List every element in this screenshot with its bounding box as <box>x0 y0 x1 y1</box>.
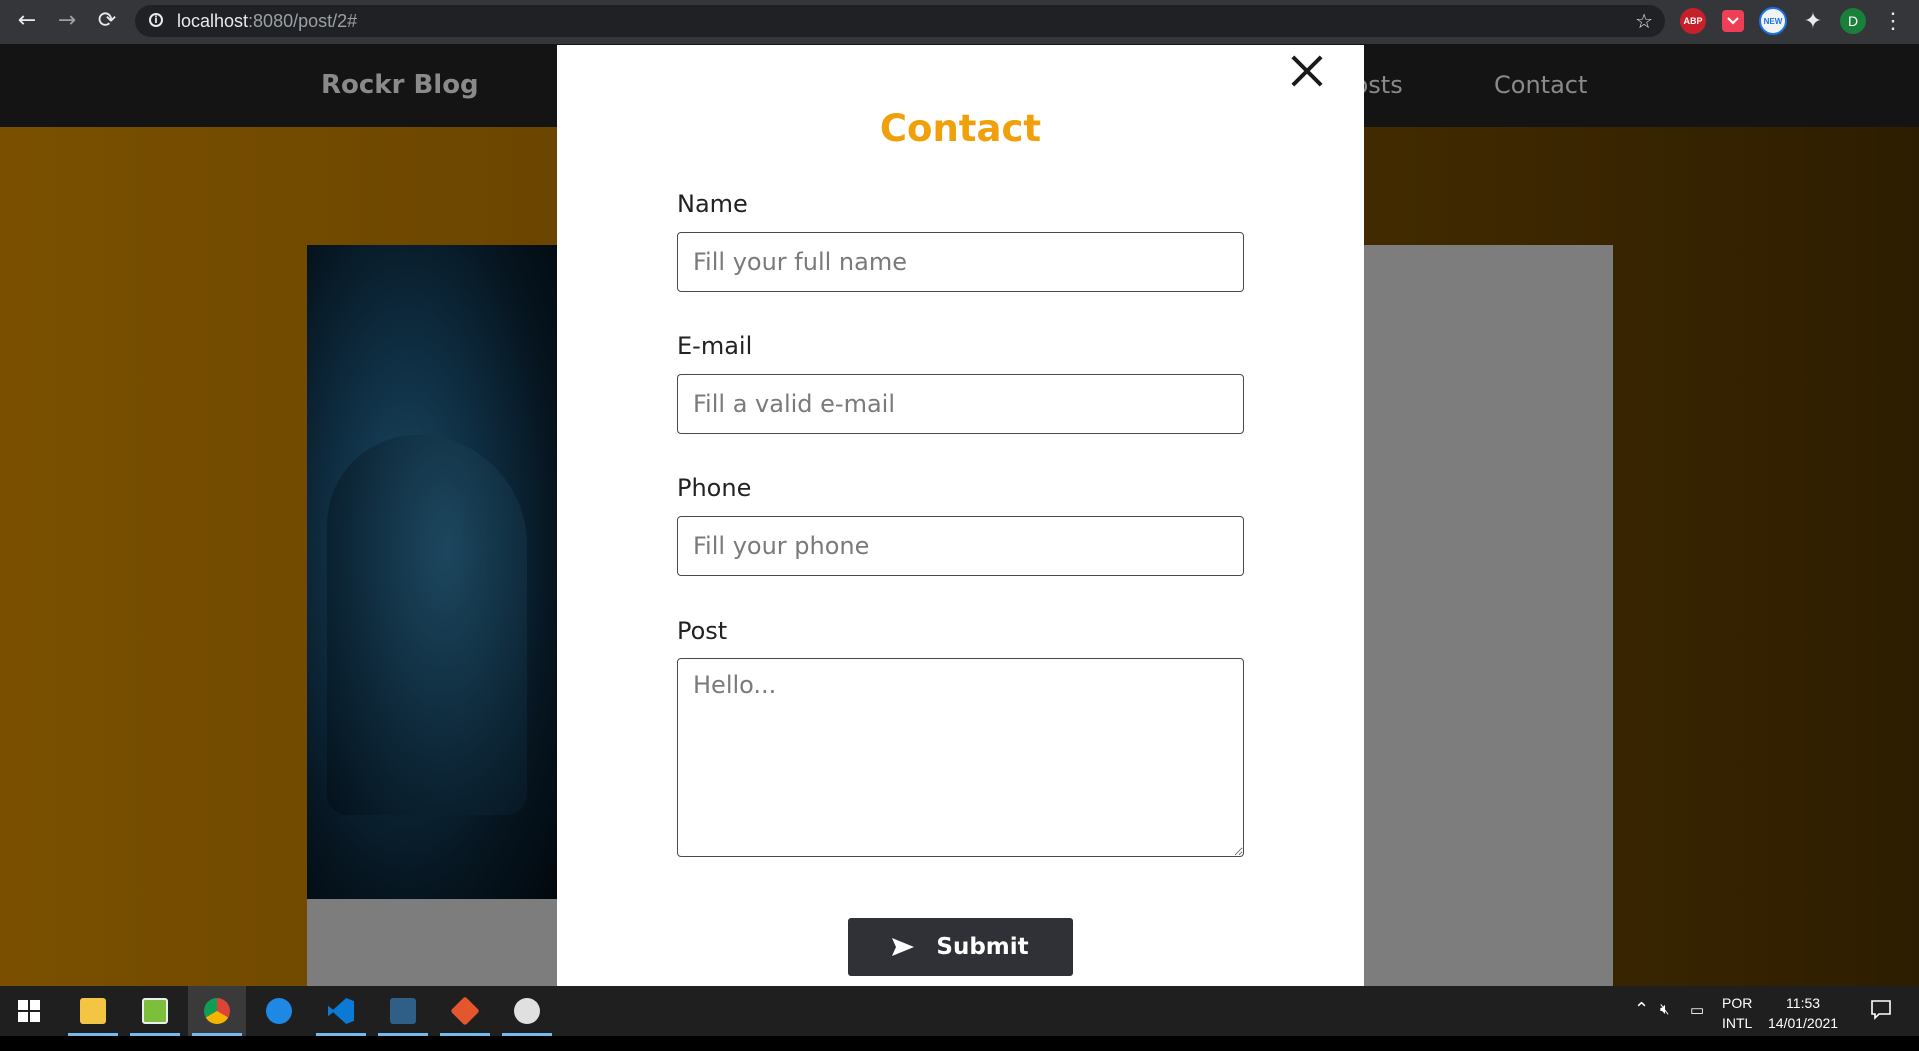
profile-avatar[interactable]: D <box>1840 8 1866 34</box>
nav-link-contact[interactable]: Contact <box>1494 71 1587 99</box>
windows-taskbar: ⌃ 🔇︎ ▭ POR INTL 11:53 14/01/2021 <box>0 986 1919 1036</box>
browser-menu-icon[interactable]: ⋮ <box>1880 8 1906 34</box>
post-image <box>307 245 557 899</box>
reload-icon[interactable]: ⟳ <box>94 8 120 34</box>
name-label: Name <box>677 190 748 218</box>
browser-toolbar: ← → ⟳ i localhost:8080/post/2# ☆ ABP NEW… <box>0 0 1919 44</box>
phone-input[interactable] <box>677 516 1244 576</box>
speaker-muted-icon[interactable]: 🔇︎ <box>1660 1001 1669 1051</box>
file-explorer-icon[interactable] <box>64 986 122 1036</box>
adblock-extension-icon[interactable]: ABP <box>1680 8 1706 34</box>
image-viewer-icon[interactable] <box>126 986 184 1036</box>
modal-title: Contact <box>879 107 1042 150</box>
vscode-icon[interactable] <box>312 986 370 1036</box>
windows-start-icon[interactable] <box>0 986 58 1036</box>
notifications-icon[interactable] <box>1870 998 1892 1048</box>
address-bar[interactable]: i localhost:8080/post/2# ☆ <box>135 5 1665 37</box>
paint-icon[interactable] <box>498 986 556 1036</box>
info-icon[interactable]: i <box>149 13 163 27</box>
email-input[interactable] <box>677 374 1244 434</box>
post-textarea[interactable] <box>677 658 1244 857</box>
post-label: Post <box>677 617 728 645</box>
email-label: E-mail <box>677 332 753 360</box>
news-extension-icon[interactable]: NEW <box>1759 7 1787 35</box>
back-icon[interactable]: ← <box>14 8 40 34</box>
phone-label: Phone <box>677 474 752 502</box>
close-icon[interactable] <box>1283 47 1331 95</box>
extensions-puzzle-icon[interactable]: ✦ <box>1800 8 1826 34</box>
page-background: Rockr Blog Posts Contact Contact Name E-… <box>0 44 1919 986</box>
battery-icon[interactable]: ▭ <box>1690 1001 1704 1051</box>
keyboard-layout: INTL <box>1722 1015 1753 1031</box>
site-brand[interactable]: Rockr Blog <box>321 70 479 100</box>
pocket-extension-icon[interactable] <box>1722 10 1744 32</box>
contact-modal: Contact Name E-mail Phone Post Submit <box>557 45 1364 986</box>
singer-silhouette <box>327 435 527 815</box>
clock-time: 11:53 <box>1786 995 1821 1011</box>
submit-label: Submit <box>936 934 1029 960</box>
bookmark-star-icon[interactable]: ☆ <box>1635 9 1653 33</box>
safari-icon[interactable] <box>250 986 308 1036</box>
chrome-taskbar-icon[interactable] <box>188 986 246 1036</box>
clock-date: 14/01/2021 <box>1768 1015 1839 1031</box>
forward-icon[interactable]: → <box>54 8 80 34</box>
database-tool-icon[interactable] <box>374 986 432 1036</box>
language-code: POR <box>1722 995 1753 1011</box>
submit-button[interactable]: Submit <box>848 918 1073 976</box>
name-input[interactable] <box>677 232 1244 292</box>
git-client-icon[interactable] <box>436 986 494 1036</box>
chevron-up-icon[interactable]: ⌃ <box>1634 999 1649 1049</box>
url-text[interactable]: localhost:8080/post/2# <box>177 11 357 32</box>
send-icon <box>892 938 915 956</box>
